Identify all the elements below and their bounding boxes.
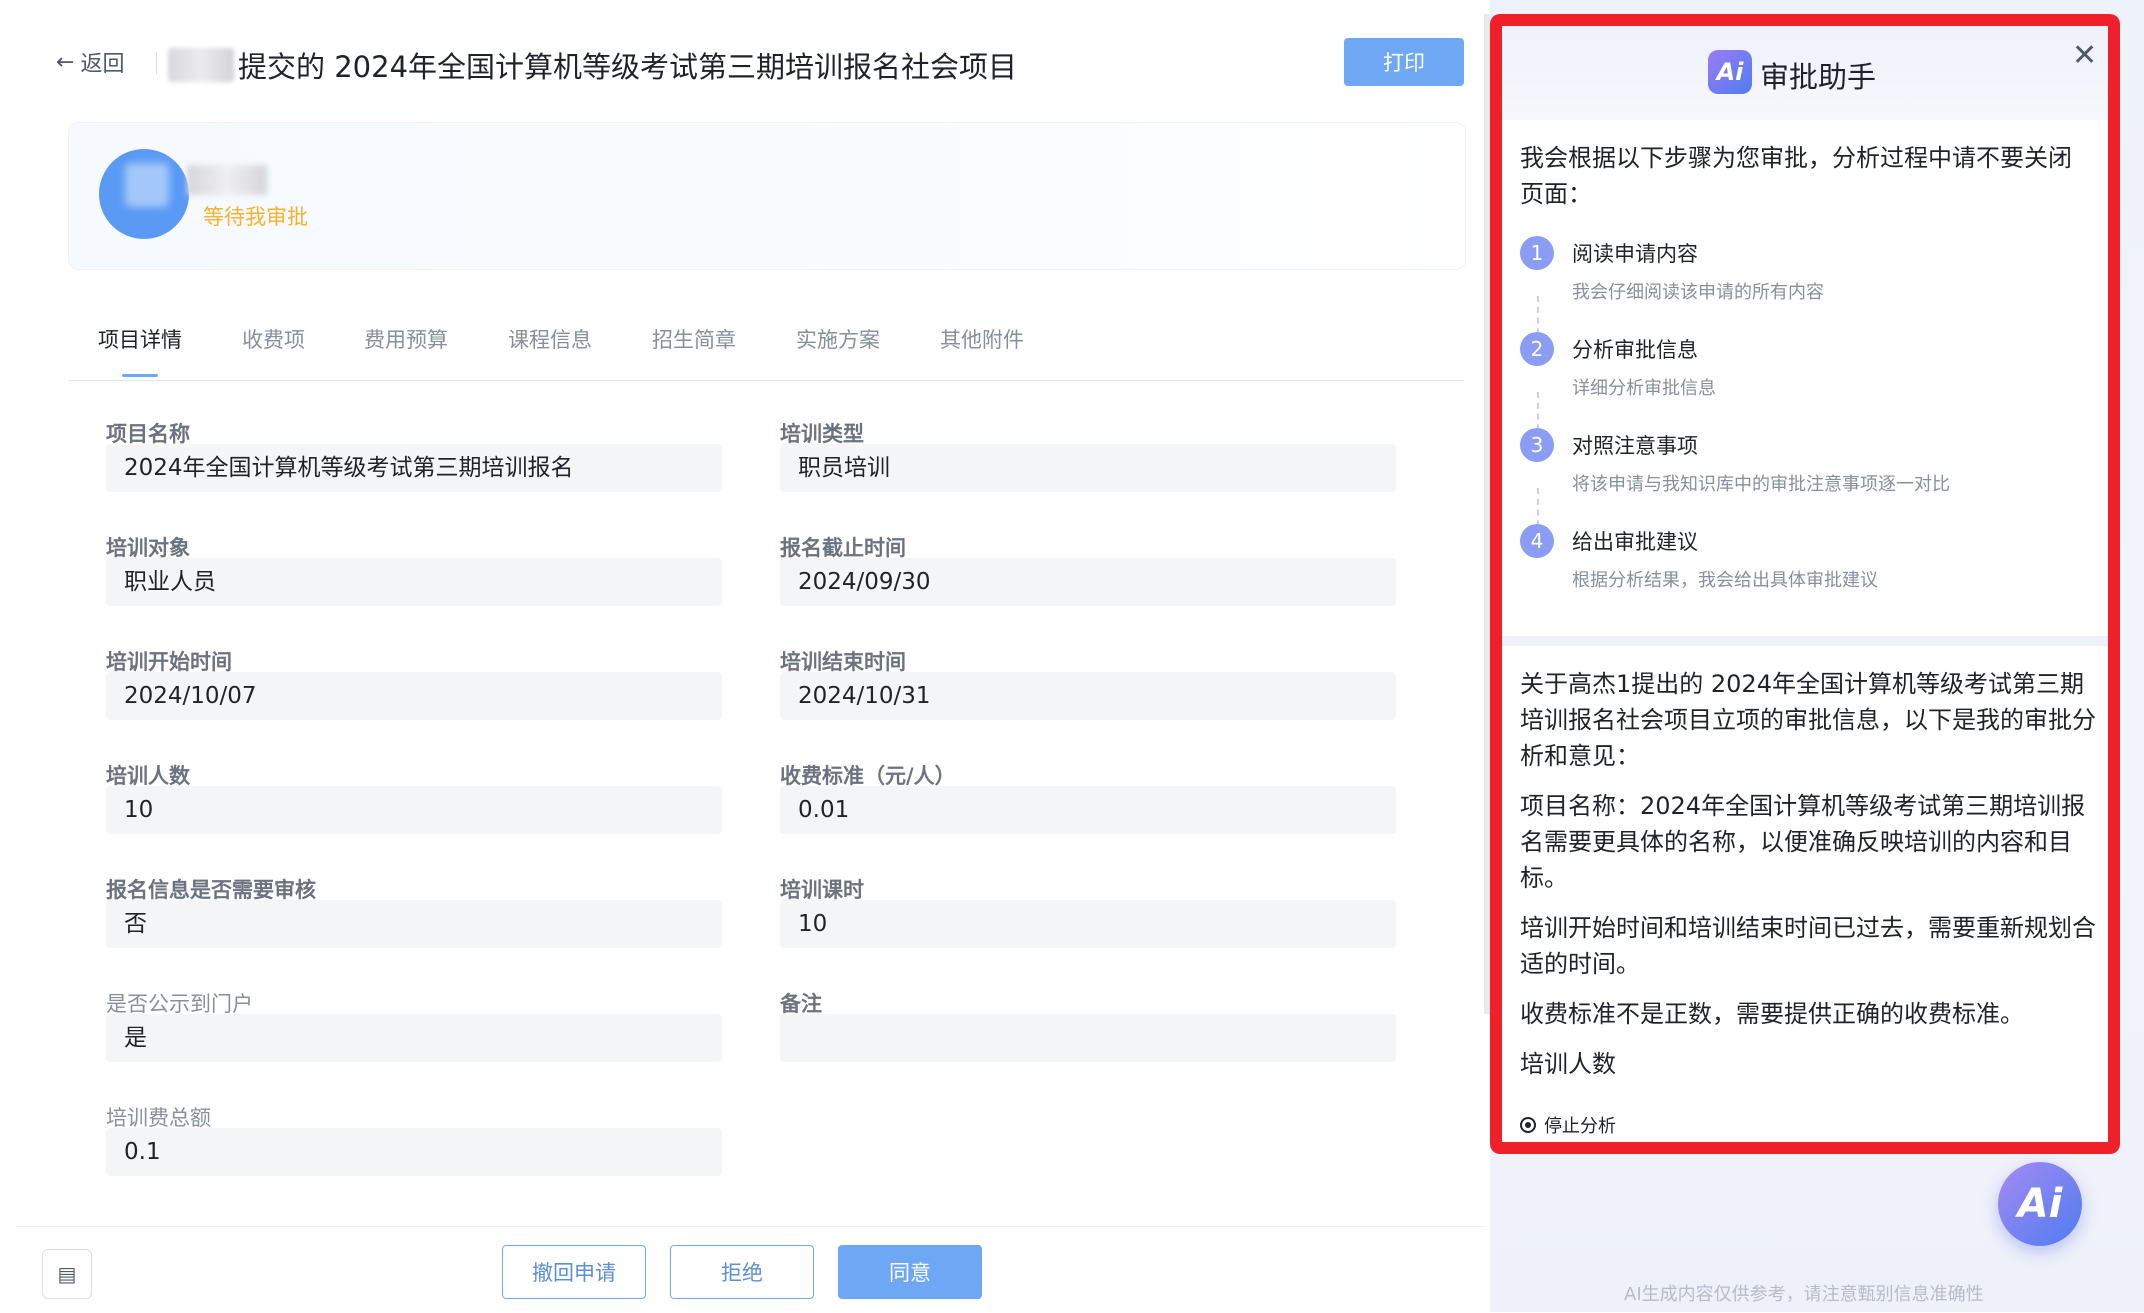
blurred-applicant-name: [168, 48, 234, 82]
tab-fee-items[interactable]: 收费项: [242, 324, 305, 354]
reject-button[interactable]: 拒绝: [670, 1245, 814, 1299]
print-button[interactable]: 打印: [1344, 38, 1464, 86]
ai-logo-icon: Ai: [1708, 50, 1752, 94]
step-title: 阅读申请内容: [1572, 242, 1698, 266]
field-total-fee: 0.1: [106, 1128, 722, 1176]
ai-disclaimer: AI生成内容仅供参考，请注意甄别信息准确性: [1624, 1284, 1984, 1305]
active-tab-indicator: [122, 374, 158, 377]
field-training-type: 职员培训: [780, 444, 1396, 492]
field-remark: [780, 1014, 1396, 1062]
step-number: 3: [1520, 428, 1554, 462]
field-class-hours: 10: [780, 900, 1396, 948]
field-start-time: 2024/10/07: [106, 672, 722, 720]
tab-course-info[interactable]: 课程信息: [508, 324, 592, 354]
comment-button[interactable]: ▤: [42, 1249, 92, 1299]
analysis-paragraph: 培训人数: [1520, 1050, 1616, 1078]
analysis-paragraph: 项目名称：2024年全国计算机等级考试第三期培训报名需要更具体的名称，以便准确反…: [1520, 792, 2086, 892]
comment-icon: ▤: [57, 1262, 77, 1286]
blurred-user-name: [187, 165, 267, 195]
step-desc: 将该申请与我知识库中的审批注意事项逐一对比: [1572, 474, 1950, 495]
field-end-time: 2024/10/31: [780, 672, 1396, 720]
stop-analysis-label: 停止分析: [1544, 1116, 1616, 1137]
step-number: 4: [1520, 524, 1554, 558]
tab-implementation-plan[interactable]: 实施方案: [796, 324, 880, 354]
field-need-review: 否: [106, 900, 722, 948]
back-label: 返回: [80, 52, 125, 77]
step-number: 1: [1520, 236, 1554, 270]
title-separator: [156, 52, 157, 74]
ai-analysis-result: 关于高杰1提出的 2024年全国计算机等级考试第三期培训报名社会项目立项的审批信…: [1520, 666, 2096, 1096]
analysis-paragraph: 关于高杰1提出的 2024年全国计算机等级考试第三期培训报名社会项目立项的审批信…: [1520, 670, 2096, 770]
detail-tabs: 项目详情 收费项 费用预算 课程信息 招生简章 实施方案 其他附件: [68, 310, 1464, 381]
ai-panel-title: 审批助手: [1760, 60, 1877, 94]
step-desc: 根据分析结果，我会给出具体审批建议: [1572, 570, 1878, 591]
applicant-card: 等待我审批: [68, 122, 1466, 270]
withdraw-button[interactable]: 撤回申请: [502, 1245, 646, 1299]
analysis-paragraph: 收费标准不是正数，需要提供正确的收费标准。: [1520, 1000, 2024, 1028]
ai-panel-header: Ai 审批助手 ✕: [1502, 26, 2108, 120]
tab-other-attachments[interactable]: 其他附件: [940, 324, 1024, 354]
stop-circle-icon: [1520, 1117, 1536, 1133]
tab-budget[interactable]: 费用预算: [364, 324, 448, 354]
field-signup-deadline: 2024/09/30: [780, 558, 1396, 606]
arrow-left-icon: ←: [56, 49, 75, 75]
avatar-blur: [125, 163, 169, 207]
avatar: [99, 149, 189, 239]
analysis-paragraph: 培训开始时间和培训结束时间已过去，需要重新规划合适的时间。: [1520, 914, 2096, 978]
status-badge: 等待我审批: [203, 205, 308, 229]
field-training-target: 职业人员: [106, 558, 722, 606]
step-title: 分析审批信息: [1572, 338, 1698, 362]
ai-assistant-fab[interactable]: Ai: [1998, 1162, 2082, 1246]
approval-detail-panel: ← 返回 提交的 2024年全国计算机等级考试第三期培训报名社会项目 打印 等待…: [16, 14, 1486, 1312]
tab-project-detail[interactable]: 项目详情: [98, 324, 182, 354]
step-title: 对照注意事项: [1572, 434, 1698, 458]
close-icon[interactable]: ✕: [2072, 38, 2097, 73]
ai-intro-text: 我会根据以下步骤为您审批，分析过程中请不要关闭页面：: [1520, 144, 2072, 208]
field-headcount: 10: [106, 786, 722, 834]
ai-assistant-panel: Ai 审批助手 ✕ 我会根据以下步骤为您审批，分析过程中请不要关闭页面： 1 阅…: [1490, 14, 2120, 1154]
tab-admission-guide[interactable]: 招生简章: [652, 324, 736, 354]
step-number: 2: [1520, 332, 1554, 366]
step-desc: 我会仔细阅读该申请的所有内容: [1572, 282, 1824, 303]
field-publish-portal: 是: [106, 1014, 722, 1062]
approve-button[interactable]: 同意: [838, 1245, 982, 1299]
step-title: 给出审批建议: [1572, 530, 1698, 554]
back-button[interactable]: ← 返回: [56, 46, 124, 78]
action-footer: ▤ 撤回申请 拒绝 同意: [16, 1226, 1486, 1313]
step-desc: 详细分析审批信息: [1572, 378, 1716, 399]
field-project-name: 2024年全国计算机等级考试第三期培训报名: [106, 444, 722, 492]
ai-section-divider: [1502, 636, 2108, 646]
stop-analysis-button[interactable]: 停止分析: [1520, 1112, 1616, 1138]
field-fee-standard: 0.01: [780, 786, 1396, 834]
page-title: 提交的 2024年全国计算机等级考试第三期培训报名社会项目: [238, 50, 1018, 84]
